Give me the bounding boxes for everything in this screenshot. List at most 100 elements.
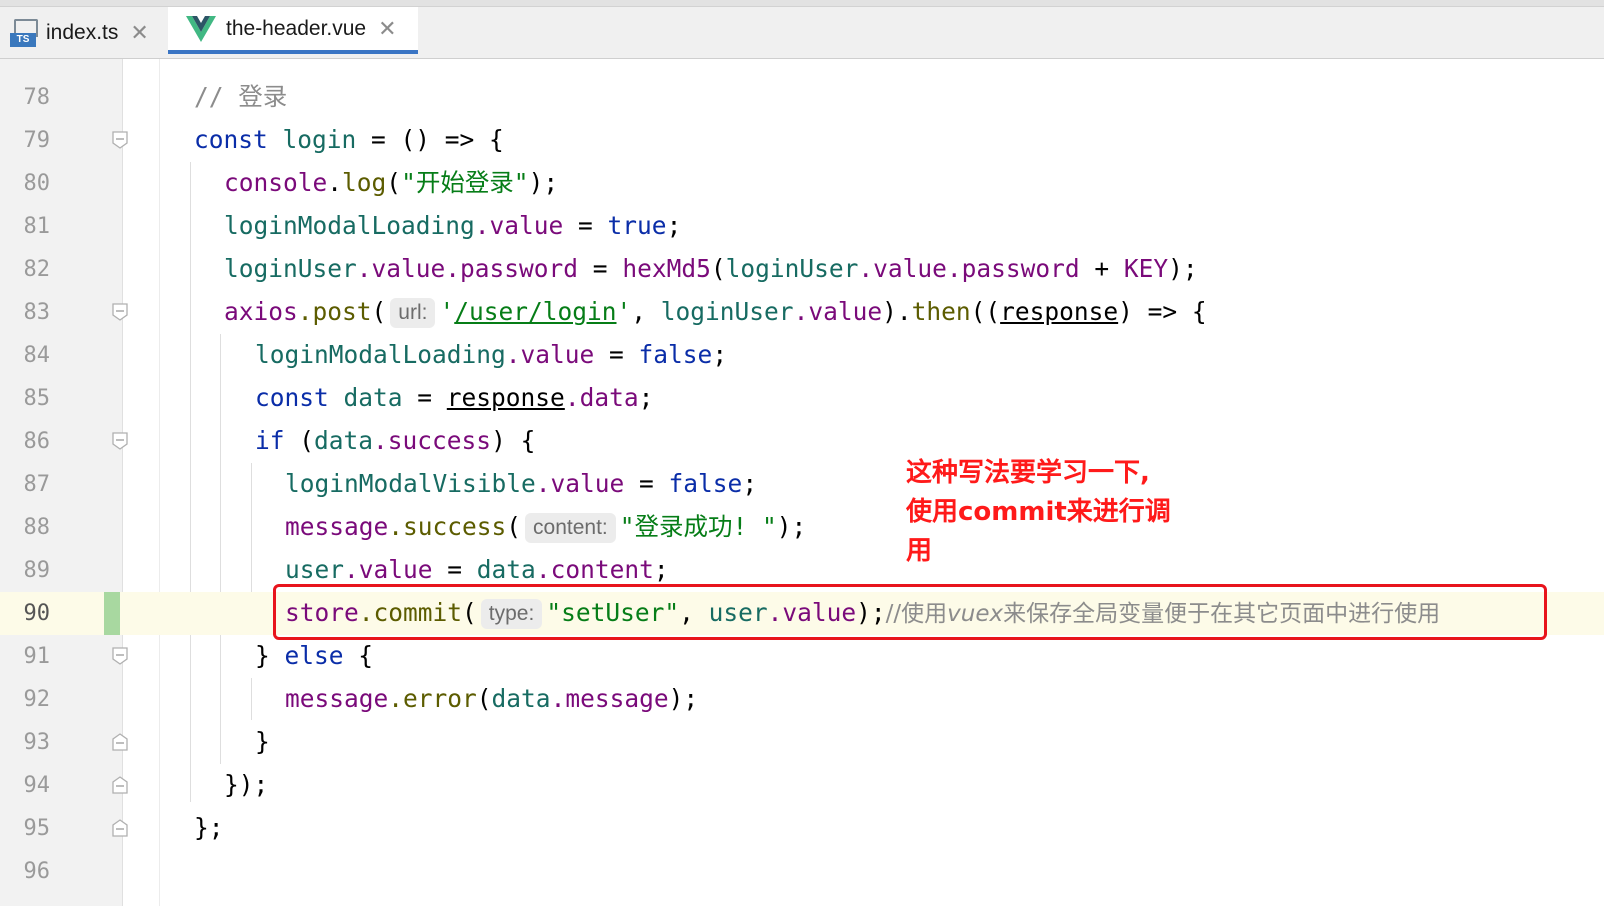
string-quote: ' [616, 297, 632, 326]
line-number: 89 [23, 558, 51, 583]
method: .error [388, 684, 477, 713]
typescript-file-icon: TS [10, 18, 38, 47]
property: .value [793, 297, 883, 326]
tab-index-ts[interactable]: TS index.ts ✕ [10, 7, 149, 58]
keyword: const [255, 383, 329, 412]
function-name: hexMd5 [622, 254, 711, 283]
line-number: 80 [23, 171, 51, 196]
identifier: axios [224, 297, 298, 326]
parameter: response [446, 383, 565, 412]
line-number: 95 [23, 816, 51, 841]
line-number: 92 [23, 687, 51, 712]
close-icon[interactable]: ✕ [378, 16, 396, 42]
identifier: data [491, 684, 551, 713]
fold-end-icon[interactable] [112, 776, 128, 794]
punctuation: = () => { [356, 125, 504, 154]
vue-file-icon [186, 15, 216, 42]
identifier: loginModalLoading [255, 340, 506, 369]
identifier: data [328, 383, 403, 412]
fold-collapse-icon[interactable] [112, 432, 128, 450]
line-number: 88 [23, 515, 51, 540]
code-line: 94 }); [0, 764, 1604, 807]
property: .value [505, 340, 595, 369]
method: then [911, 297, 971, 326]
fold-collapse-icon[interactable] [112, 647, 128, 665]
punctuation: ); [1168, 254, 1198, 283]
identifier: data [476, 555, 536, 584]
annotation-line: 这种写法要学习一下, [906, 458, 1150, 488]
property: .value [474, 211, 564, 240]
property: .success [373, 426, 492, 455]
property: .content [535, 555, 654, 584]
string-quote: ' [439, 297, 455, 326]
tab-label: the-header.vue [226, 16, 367, 40]
fold-end-icon[interactable] [112, 819, 128, 837]
operator: = [624, 469, 669, 498]
punctuation: }; [194, 813, 224, 842]
method: .post [297, 297, 372, 326]
property: .password [946, 254, 1080, 283]
tab-the-header-vue[interactable]: the-header.vue ✕ [168, 7, 418, 54]
operator: = [432, 555, 477, 584]
code-line: 93 } [0, 721, 1604, 764]
line-number: 86 [23, 429, 51, 454]
vcs-changed-marker[interactable] [104, 592, 120, 635]
identifier: loginUser [725, 254, 859, 283]
punctuation: ) { [491, 426, 536, 455]
code-line: 95 }; [0, 807, 1604, 850]
constant: KEY [1123, 254, 1169, 283]
fold-collapse-icon[interactable] [112, 303, 128, 321]
punctuation: ( [710, 254, 726, 283]
annotation-line: 使用commit来进行调 [906, 497, 1171, 527]
line-number: 82 [23, 257, 51, 282]
string[interactable]: /user/login [454, 297, 616, 326]
method: log [342, 168, 387, 197]
line-number: 93 [23, 730, 51, 755]
line-number: 83 [23, 300, 51, 325]
identifier: message [285, 512, 389, 541]
parameter: response [1000, 297, 1119, 326]
tab-label: index.ts [46, 20, 119, 44]
punctuation: , [631, 297, 661, 326]
string: "登录成功! " [619, 512, 777, 541]
identifier: console [224, 168, 328, 197]
punctuation: (( [970, 297, 1001, 326]
method: .success [388, 512, 507, 541]
identifier: data [314, 426, 374, 455]
fold-end-icon[interactable] [112, 733, 128, 751]
code-line: 79 const login = () => { [0, 119, 1604, 162]
code-line: 87 loginModalVisible.value = false; [0, 463, 1604, 506]
close-icon[interactable]: ✕ [130, 20, 148, 46]
identifier: user [285, 555, 345, 584]
identifier: loginUser [660, 297, 794, 326]
editor-tab-bar: TS index.ts ✕ the-header.vue ✕ [0, 7, 1604, 59]
code-line: 80 console.log("开始登录"); [0, 162, 1604, 205]
parameter-hint: content: [525, 513, 616, 543]
literal: true [607, 211, 667, 240]
operator: = [563, 211, 608, 240]
property: .value [535, 469, 625, 498]
property: .value [858, 254, 947, 283]
line-number: 81 [23, 214, 51, 239]
property: .message [550, 684, 669, 713]
parameter-hint: url: [390, 298, 436, 328]
fold-collapse-icon[interactable] [112, 131, 128, 149]
annotation-note: 这种写法要学习一下, 使用commit来进行调 用 [906, 454, 1206, 571]
code-line: 88 message.success(content: "登录成功! "); [0, 506, 1604, 549]
property: .value [356, 254, 446, 283]
punctuation: ( [371, 297, 387, 326]
code-line: 96 [0, 850, 1604, 893]
operator: + [1079, 254, 1124, 283]
punctuation: ( [284, 426, 315, 455]
operator: = [594, 340, 639, 369]
punctuation: ; [712, 340, 728, 369]
punctuation: { [343, 641, 374, 670]
highlight-box [273, 584, 1547, 640]
line-number: 87 [23, 472, 51, 497]
keyword: else [284, 641, 344, 670]
line-number: 91 [23, 644, 51, 669]
identifier: loginModalLoading [224, 211, 475, 240]
code-line: 83 axios.post(url: '/user/login', loginUs… [0, 291, 1604, 334]
code-line: 92 message.error(data.message); [0, 678, 1604, 721]
identifier: loginUser [224, 254, 357, 283]
